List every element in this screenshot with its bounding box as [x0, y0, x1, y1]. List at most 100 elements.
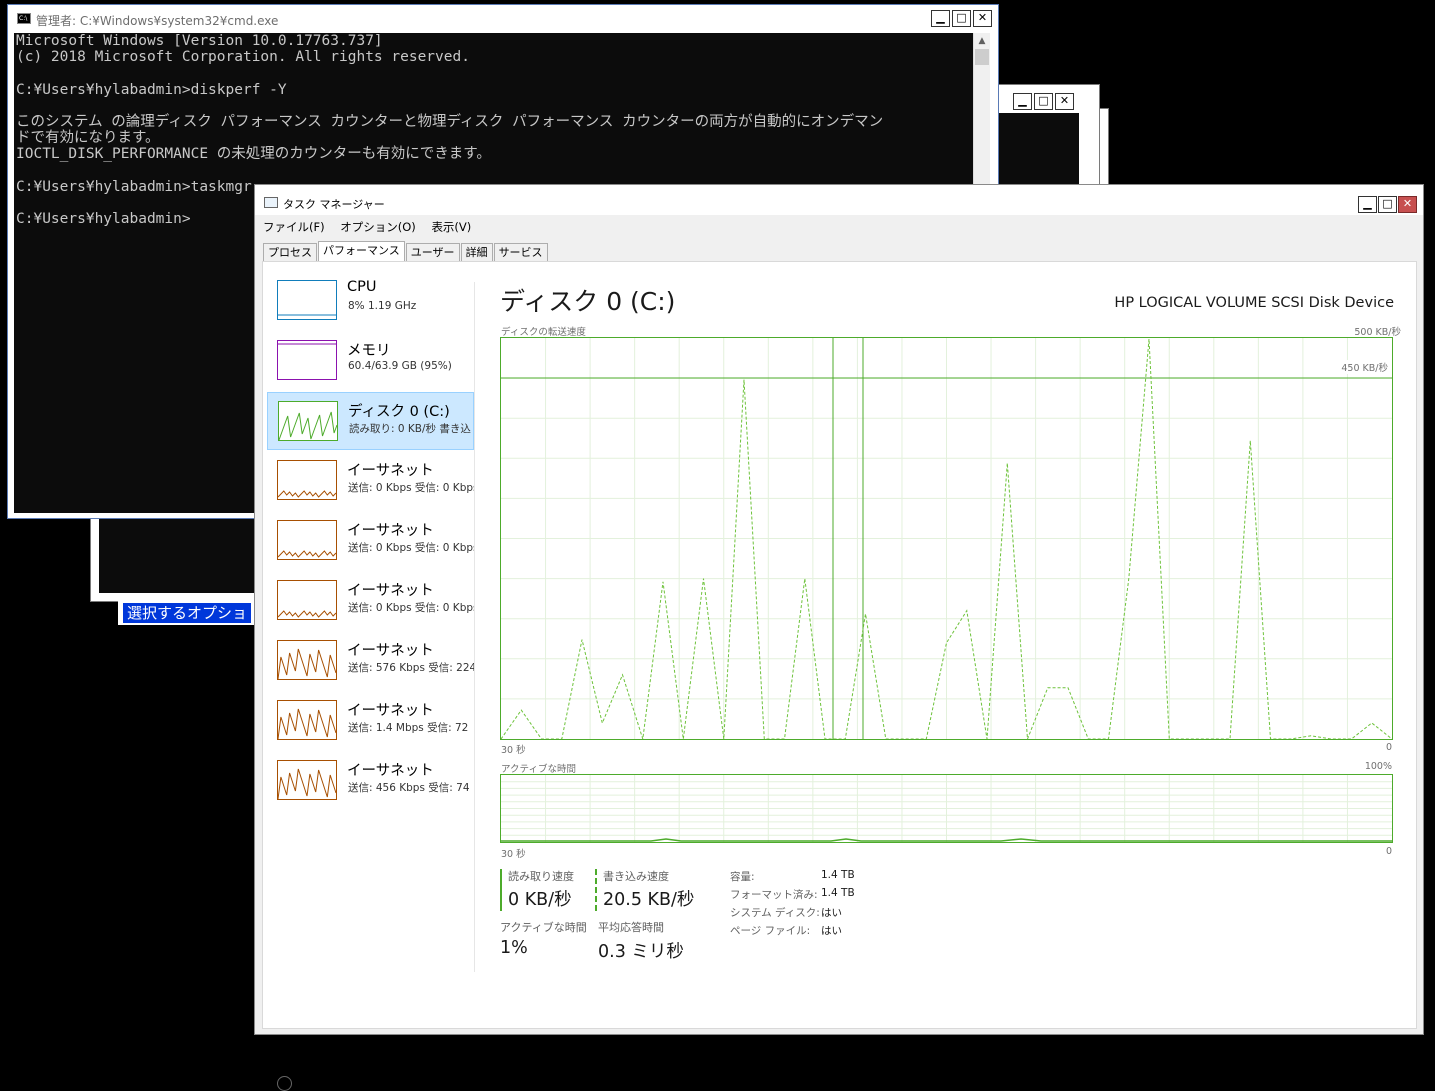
selection-prompt-text: 選択するオプショ — [123, 603, 252, 623]
response-time-value: 0.3 ミリ秒 — [598, 942, 684, 962]
write-speed-value: 20.5 KB/秒 — [603, 890, 695, 910]
resource-name: イーサネット — [347, 643, 434, 659]
active-time-chart — [501, 775, 1392, 842]
resource-name: イーサネット — [347, 763, 434, 779]
tm-window-title: タスク マネージャー — [283, 198, 385, 211]
chevron-up-icon: ︿ — [277, 1076, 292, 1091]
resource-thumbnail — [277, 700, 337, 740]
resource-thumbnail — [277, 520, 337, 560]
prop-page-file-key: ページ ファイル: — [730, 925, 811, 937]
cmd-titlebar[interactable]: C:\ 管理者: C:¥Windows¥system32¥cmd.exe ▁ □… — [8, 5, 998, 33]
resource-thumbnail — [277, 280, 337, 320]
tm-titlebar[interactable]: タスク マネージャー ▁ □ ✕ — [255, 185, 1423, 215]
performance-panel: CPU 8% 1.19 GHz メモリ 60.4/63.9 GB (95%) ディスク … — [262, 261, 1417, 1091]
tab-strip: プロセス パフォーマンス ユーザー 詳細 サービス — [263, 241, 549, 263]
resource-name: イーサネット — [347, 703, 434, 719]
resource-name: ディスク 0 (C:) — [348, 404, 450, 420]
active-time-chart-label: アクティブな時間 — [501, 764, 576, 775]
minimize-button[interactable]: ▁ — [931, 10, 950, 27]
resource-name: イーサネット — [347, 523, 434, 539]
resource-thumbnail — [277, 640, 337, 680]
close-icon[interactable]: ✕ — [1055, 93, 1074, 110]
time-left-label: 30 秒 — [501, 745, 526, 756]
active-time-graph — [500, 774, 1393, 843]
maximize-icon[interactable]: □ — [1034, 93, 1053, 110]
resource-detail: 60.4/63.9 GB (95%) — [348, 360, 452, 372]
write-speed-marker — [595, 869, 597, 911]
resource-item-4[interactable]: イーサネット送信: 0 Kbps 受信: 0 Kbps — [267, 512, 474, 570]
resource-detail: 送信: 1.4 Mbps 受信: 72 — [348, 722, 469, 734]
resource-name: CPU — [347, 279, 377, 295]
maximize-button[interactable]: □ — [952, 10, 971, 27]
read-speed-marker — [500, 869, 502, 911]
resource-item-0[interactable]: CPU 8% 1.19 GHz — [267, 272, 474, 330]
tab-performance[interactable]: パフォーマンス — [318, 241, 405, 263]
resource-thumbnail — [277, 340, 337, 380]
resource-name: イーサネット — [347, 583, 434, 599]
active-max-label: 100% — [1364, 761, 1392, 772]
resource-detail: 送信: 0 Kbps 受信: 0 Kbps — [348, 542, 474, 554]
tab-processes[interactable]: プロセス — [263, 243, 317, 263]
prop-system-disk-key: システム ディスク: — [730, 907, 820, 919]
task-manager-icon — [264, 197, 278, 208]
disk-model: HP LOGICAL VOLUME SCSI Disk Device — [1114, 295, 1394, 311]
minimize-button[interactable]: ▁ — [1358, 196, 1377, 213]
read-speed-value: 0 KB/秒 — [508, 890, 572, 910]
simple-view-label: 簡易表示(D) — [299, 1076, 366, 1090]
resource-detail: 8% 1.19 GHz — [348, 300, 417, 312]
cmd-window-title: 管理者: C:¥Windows¥system32¥cmd.exe — [36, 14, 279, 28]
scroll-thumb[interactable] — [975, 49, 989, 65]
simple-view-toggle[interactable]: ︿ 簡易表示(D) — [277, 1074, 366, 1091]
menu-options[interactable]: オプション(O) — [340, 220, 416, 234]
prop-formatted-key: フォーマット済み: — [730, 889, 818, 901]
close-button[interactable]: ✕ — [1398, 196, 1417, 213]
transfer-rate-label: ディスクの転送速度 — [501, 327, 586, 338]
write-speed-label: 書き込み速度 — [603, 870, 669, 883]
resource-item-7[interactable]: イーサネット送信: 1.4 Mbps 受信: 72 — [267, 692, 474, 750]
prop-formatted-value: 1.4 TB — [821, 887, 855, 899]
resource-item-6[interactable]: イーサネット送信: 576 Kbps 受信: 224 — [267, 632, 474, 690]
resource-thumbnail — [278, 401, 338, 441]
scroll-up-icon[interactable]: ▲ — [974, 33, 990, 49]
selection-prompt: 選択するオプショ — [118, 601, 258, 625]
resource-item-3[interactable]: イーサネット送信: 0 Kbps 受信: 0 Kbps — [267, 452, 474, 510]
transfer-line-label: 450 KB/秒 — [1340, 360, 1389, 374]
tab-services[interactable]: サービス — [493, 243, 548, 263]
cmd-app-icon: C:\ — [17, 13, 31, 24]
resource-detail: 送信: 576 Kbps 受信: 224 — [348, 662, 474, 674]
resource-detail: 送信: 456 Kbps 受信: 74 — [348, 782, 470, 794]
transfer-max-label: 500 KB/秒 — [1354, 327, 1401, 338]
close-button[interactable]: ✕ — [973, 10, 992, 27]
resource-name: メモリ — [347, 343, 391, 359]
resource-item-8[interactable]: イーサネット送信: 456 Kbps 受信: 74 — [267, 752, 474, 810]
resource-thumbnail — [277, 460, 337, 500]
resource-detail: 送信: 0 Kbps 受信: 0 Kbps — [348, 482, 474, 494]
tab-users[interactable]: ユーザー — [405, 243, 460, 263]
task-manager-window: タスク マネージャー ▁ □ ✕ ファイル(F) オプション(O) 表示(V) … — [254, 184, 1424, 1091]
resource-detail: 読み取り: 0 KB/秒 書き込 — [349, 423, 471, 435]
resource-item-1[interactable]: メモリ 60.4/63.9 GB (95%) — [267, 332, 474, 390]
prop-capacity-key: 容量: — [730, 871, 755, 883]
active-time-value: 1% — [500, 938, 528, 958]
transfer-rate-graph: 450 KB/秒 — [500, 337, 1393, 740]
time-right-label-2: 0 — [1385, 846, 1392, 857]
resource-thumbnail — [277, 760, 337, 800]
panel-divider — [474, 282, 475, 972]
prop-capacity-value: 1.4 TB — [821, 869, 855, 881]
resource-item-5[interactable]: イーサネット送信: 0 Kbps 受信: 0 Kbps — [267, 572, 474, 630]
response-time-label: 平均応答時間 — [598, 921, 664, 934]
resource-item-2[interactable]: ディスク 0 (C:) 読み取り: 0 KB/秒 書き込 — [267, 392, 474, 450]
prop-page-file-value: はい — [821, 925, 842, 937]
maximize-button[interactable]: □ — [1378, 196, 1397, 213]
menu-view[interactable]: 表示(V) — [431, 220, 471, 234]
tab-details[interactable]: 詳細 — [460, 243, 493, 263]
minimize-icon[interactable]: ▁ — [1013, 93, 1032, 110]
active-time-label: アクティブな時間 — [500, 921, 587, 934]
menu-file[interactable]: ファイル(F) — [263, 220, 325, 234]
resource-detail: 送信: 0 Kbps 受信: 0 Kbps — [348, 602, 474, 614]
menu-bar: ファイル(F) オプション(O) 表示(V) — [263, 219, 483, 237]
resource-name: イーサネット — [347, 463, 434, 479]
time-right-label: 0 — [1385, 742, 1392, 753]
time-left-label-2: 30 秒 — [501, 849, 526, 860]
resource-thumbnail — [277, 580, 337, 620]
